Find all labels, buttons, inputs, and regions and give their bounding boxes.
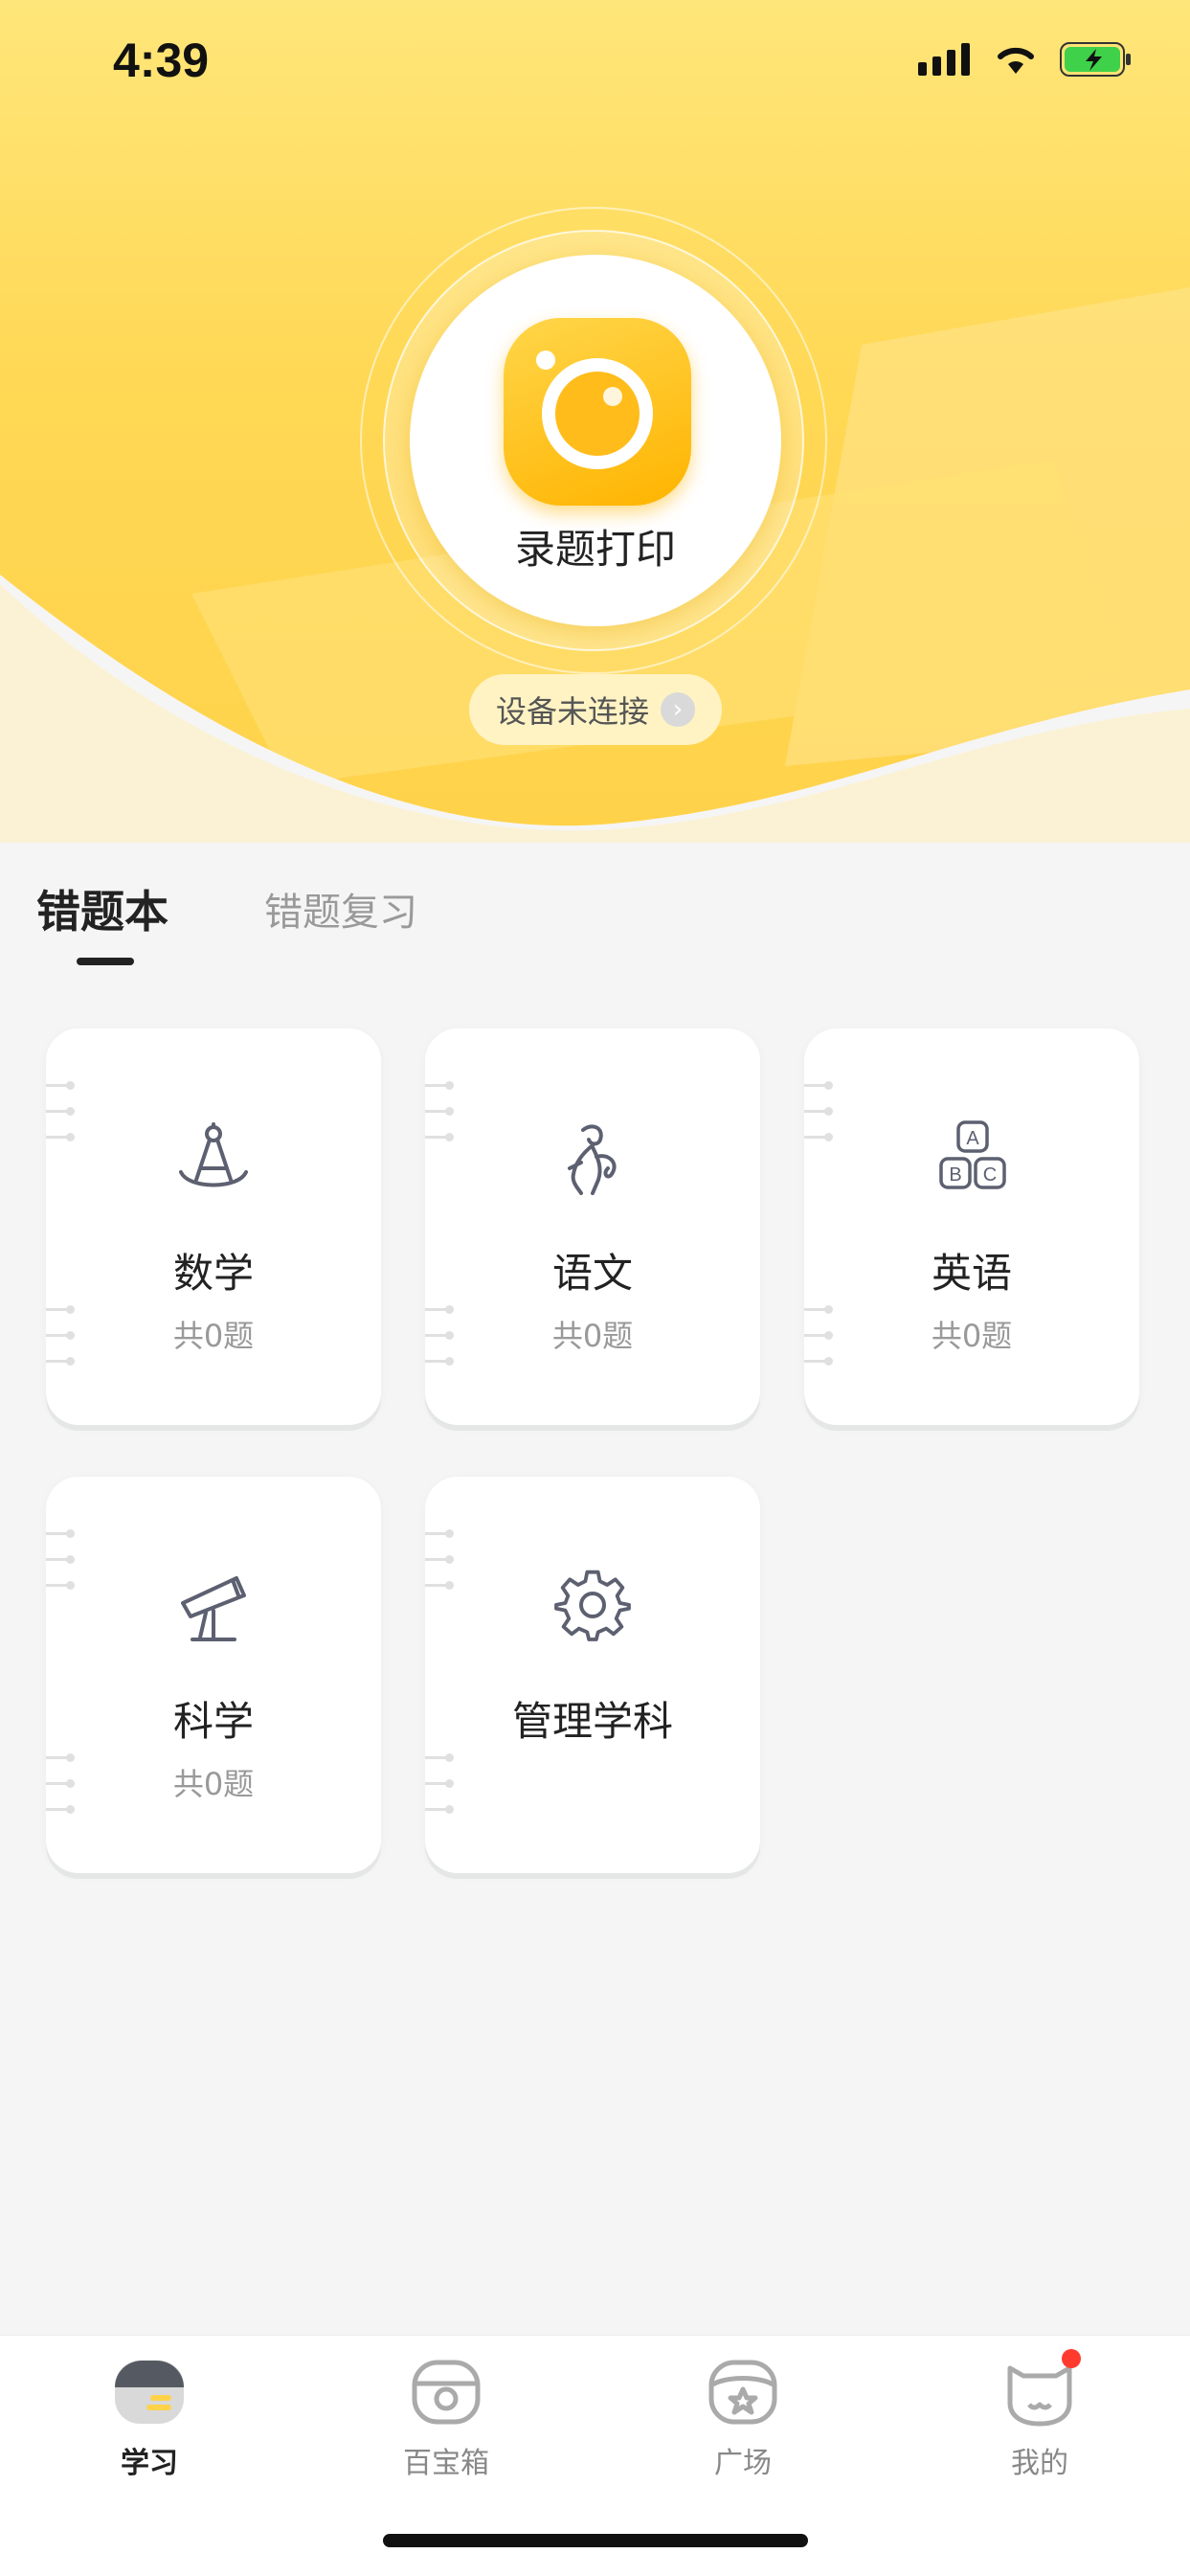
subject-name: 英语: [931, 1250, 1012, 1297]
tabbar-plaza[interactable]: 广场: [647, 2355, 839, 2481]
profile-cat-icon: [1002, 2349, 1081, 2429]
chevron-right-icon: ›: [661, 692, 695, 727]
plaza-icon: [706, 2355, 780, 2429]
subject-card-math[interactable]: 数学 共0题: [46, 1028, 381, 1425]
notebook-tabs: 错题本 错题复习: [0, 862, 1190, 977]
tabbar-study[interactable]: 学习: [54, 2355, 245, 2481]
telescope-icon: [175, 1569, 252, 1645]
device-status-text: 设备未连接: [495, 693, 649, 730]
subject-name: 语文: [551, 1250, 633, 1297]
quill-figure-icon: [554, 1120, 631, 1197]
notification-badge: [1062, 2349, 1081, 2368]
subject-count: 共0题: [172, 1766, 255, 1802]
subject-count: 共0题: [931, 1318, 1013, 1354]
subject-name: 科学: [172, 1698, 254, 1745]
wifi-icon: [995, 43, 1037, 79]
tab-review[interactable]: 错题复习: [264, 881, 417, 937]
toolbox-icon: [409, 2355, 483, 2429]
gear-icon: [554, 1569, 631, 1645]
manage-subjects-card[interactable]: 管理学科: [425, 1477, 760, 1873]
tab-active-indicator: [77, 958, 134, 965]
tabbar-profile[interactable]: 我的: [944, 2349, 1135, 2481]
tabbar-plaza-label: 广场: [714, 2447, 772, 2480]
capture-print-button[interactable]: 录题打印: [410, 255, 781, 626]
abc-blocks-icon: A B C: [933, 1120, 1010, 1197]
home-indicator: [383, 2534, 808, 2547]
device-status-pill[interactable]: 设备未连接 ›: [469, 674, 722, 745]
hero-banner: 4:39 录题打印 设备未连接 ›: [0, 0, 1190, 843]
tabbar-toolbox[interactable]: 百宝箱: [350, 2355, 542, 2481]
tabbar-profile-label: 我的: [1011, 2447, 1068, 2480]
study-icon: [112, 2355, 187, 2429]
compass-icon: [175, 1120, 252, 1197]
capture-print-label: 录题打印: [514, 526, 676, 573]
subject-name: 数学: [172, 1250, 254, 1297]
subject-card-english[interactable]: A B C 英语 共0题: [804, 1028, 1139, 1425]
tabbar-study-label: 学习: [121, 2447, 178, 2480]
subject-count: 共0题: [172, 1318, 255, 1354]
manage-subjects-label: 管理学科: [511, 1698, 673, 1745]
tab-wrong-questions[interactable]: 错题本: [36, 877, 168, 940]
camera-icon: [504, 318, 691, 506]
signal-icon: [918, 43, 972, 79]
subject-card-science[interactable]: 科学 共0题: [46, 1477, 381, 1873]
battery-icon: [1060, 42, 1133, 80]
status-time: 4:39: [113, 34, 210, 87]
status-bar: 4:39: [0, 0, 1190, 129]
subject-count: 共0题: [551, 1318, 634, 1354]
subject-card-chinese[interactable]: 语文 共0题: [425, 1028, 760, 1425]
tabbar-toolbox-label: 百宝箱: [403, 2447, 489, 2480]
svg-text:A: A: [966, 1128, 979, 1149]
svg-text:C: C: [983, 1164, 997, 1186]
svg-text:B: B: [949, 1164, 961, 1186]
